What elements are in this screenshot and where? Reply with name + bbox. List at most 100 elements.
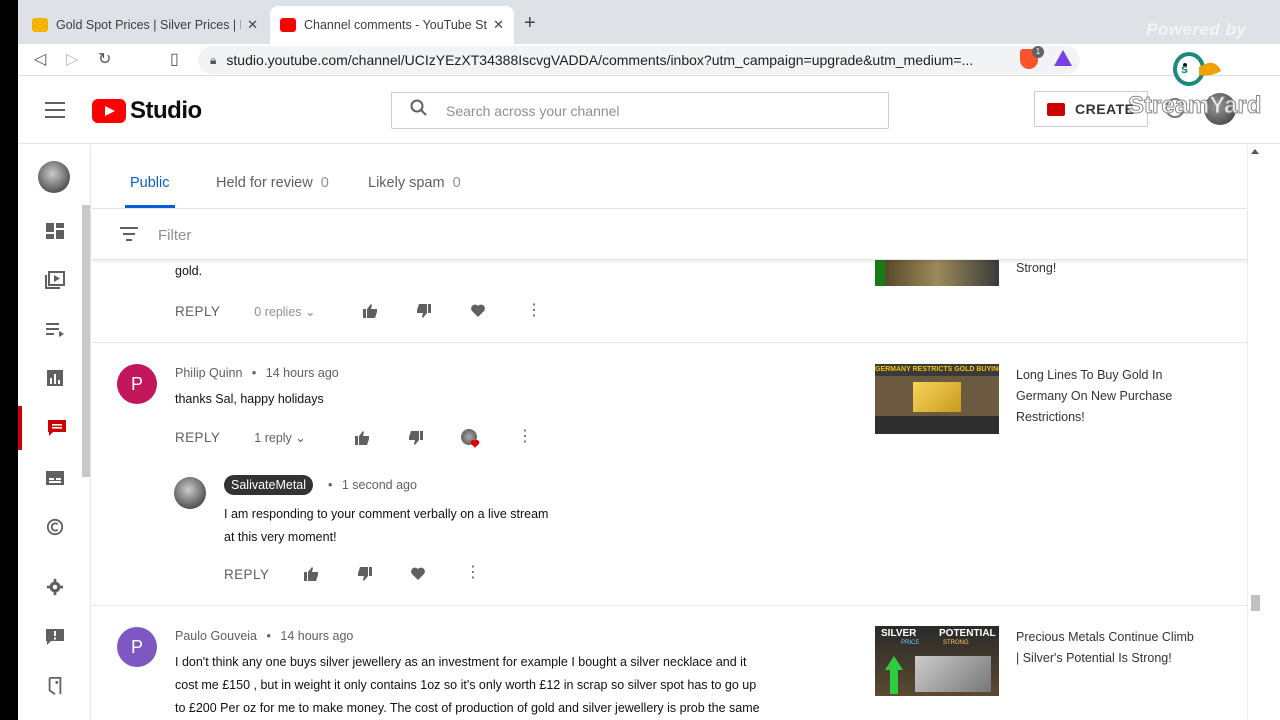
sidebar (18, 145, 91, 720)
brave-rewards-icon[interactable] (1054, 50, 1072, 66)
sidebar-item-settings[interactable] (18, 565, 91, 609)
sidebar-item-analytics[interactable] (18, 356, 91, 400)
replies-toggle[interactable]: 1 reply ⌄ (254, 430, 306, 445)
url-field[interactable]: 🔒︎ studio.youtube.com/channel/UCIzYEzXT3… (198, 46, 1080, 74)
sidebar-item-dashboard[interactable] (18, 209, 91, 253)
comment-text-line: I am responding to your comment verbally… (224, 507, 549, 521)
sidebar-item-subtitles[interactable] (18, 456, 91, 500)
dashboard-icon (45, 223, 64, 239)
separator-dot: • (251, 366, 257, 380)
scroll-up-arrow-icon[interactable] (1251, 149, 1259, 154)
sidebar-item-feedback[interactable] (18, 615, 91, 659)
comment-list: gold. REPLY 0 replies ⌄ ⋮ Strong! P Phil… (92, 260, 1247, 720)
comment-time[interactable]: 14 hours ago (280, 629, 353, 643)
tab-held-for-review[interactable]: Held for review 0 (216, 175, 329, 191)
tab-count: 0 (320, 175, 329, 191)
video-thumbnail[interactable] (875, 260, 999, 286)
comment-tabs: Public Held for review 0 Likely spam 0 (92, 145, 1247, 209)
sidebar-item-content[interactable] (18, 258, 91, 302)
comment-divider (92, 342, 1247, 343)
thumbs-up-icon[interactable] (303, 566, 319, 582)
video-thumbnail[interactable]: GERMANY RESTRICTS GOLD BUYING (875, 364, 999, 434)
back-icon[interactable]: ◁ (34, 49, 46, 69)
channel-avatar[interactable] (38, 161, 70, 193)
logo-text: Studio (130, 97, 202, 124)
avatar-letter: P (130, 637, 143, 657)
main-scrollbar[interactable] (1247, 145, 1262, 720)
filter-label[interactable]: Filter (158, 227, 191, 244)
heart-icon[interactable] (470, 303, 486, 319)
search-icon (410, 99, 428, 122)
browser-tab-gold-prices[interactable]: Gold Spot Prices | Silver Prices | Pla ✕ (22, 6, 268, 44)
hamburger-menu-icon[interactable] (45, 102, 65, 118)
reply-button[interactable]: REPLY (224, 567, 269, 582)
tab-public[interactable]: Public (130, 175, 170, 191)
video-title[interactable]: Precious Metals Continue Climb | Silver'… (1016, 627, 1196, 669)
search-input[interactable] (446, 102, 846, 119)
heart-icon[interactable] (410, 566, 426, 582)
thumbs-up-icon[interactable] (354, 430, 370, 446)
thumbs-down-icon[interactable] (408, 430, 424, 446)
playlist-icon (45, 323, 64, 337)
replies-toggle[interactable]: 0 replies ⌄ (254, 304, 315, 319)
sidebar-item-playlists[interactable] (18, 307, 91, 351)
chevron-down-icon: ⌄ (295, 430, 306, 445)
author-name-badge[interactable]: SalivateMetal (224, 475, 314, 495)
comment-time[interactable]: 14 hours ago (266, 366, 339, 380)
comment-actions: REPLY 0 replies ⌄ (175, 301, 316, 321)
thumbs-up-icon[interactable] (362, 303, 378, 319)
tab-bar: Gold Spot Prices | Silver Prices | Pla ✕… (18, 0, 1280, 44)
tab-likely-spam[interactable]: Likely spam 0 (368, 175, 461, 191)
comment-time[interactable]: 1 second ago (342, 478, 417, 492)
subtitles-icon (45, 471, 64, 485)
thumbnail-caption: GERMANY RESTRICTS GOLD BUYING (875, 364, 999, 376)
replies-count: 0 replies (254, 304, 302, 319)
more-options-icon[interactable]: ⋮ (517, 426, 533, 446)
search-box[interactable] (391, 92, 889, 129)
avatar[interactable] (174, 477, 206, 509)
more-options-icon[interactable]: ⋮ (526, 300, 542, 320)
close-tab-icon[interactable]: ✕ (493, 17, 504, 33)
thumbnail-caption: STRONG (943, 640, 969, 646)
thumbs-down-icon[interactable] (416, 303, 432, 319)
sidebar-item-comments[interactable] (18, 406, 91, 450)
studio-logo[interactable]: Studio (92, 97, 202, 125)
creator-heart-icon (470, 439, 480, 448)
video-thumbnail[interactable]: SILVER POTENTIAL PRICE STRONG (875, 626, 999, 696)
chevron-down-icon: ⌄ (305, 304, 316, 319)
comment-divider (92, 605, 1247, 606)
youtube-favicon-icon (280, 18, 296, 32)
separator-dot: • (266, 629, 271, 643)
forward-icon[interactable]: ▷ (66, 49, 78, 69)
reply-button[interactable]: REPLY (175, 304, 220, 319)
studio-header: Studio CREATE (18, 76, 1280, 144)
thumbs-down-icon[interactable] (357, 566, 373, 582)
sidebar-item-copyright[interactable] (18, 505, 91, 549)
sidebar-item-creator-studio-classic[interactable] (18, 664, 91, 708)
comments-panel: Public Held for review 0 Likely spam 0 Fil… (92, 145, 1247, 720)
bookmark-icon[interactable]: ▯ (170, 49, 179, 69)
browser-tab-studio-comments[interactable]: Channel comments - YouTube Stu ✕ (270, 6, 514, 44)
reply-button[interactable]: REPLY (175, 430, 220, 445)
author-name[interactable]: Paulo Gouveia (175, 629, 257, 643)
filter-bar[interactable]: Filter (92, 209, 1247, 260)
reload-icon[interactable]: ↻ (98, 49, 111, 69)
avatar[interactable]: P (117, 627, 157, 667)
powered-by-overlay: Powered by (1146, 20, 1247, 39)
more-options-icon[interactable]: ⋮ (465, 562, 481, 582)
filter-icon[interactable] (120, 227, 138, 241)
reply-actions: REPLY (224, 564, 269, 584)
avatar[interactable]: P (117, 364, 157, 404)
thumbnail-caption: POTENTIAL (939, 628, 996, 639)
close-tab-icon[interactable]: ✕ (247, 17, 258, 33)
tab-title: Gold Spot Prices | Silver Prices | Pla (56, 18, 242, 32)
tab-label: Public (130, 175, 170, 191)
video-title[interactable]: Long Lines To Buy Gold In Germany On New… (1016, 365, 1196, 428)
video-title[interactable]: Strong! (1016, 260, 1196, 279)
author-name[interactable]: Philip Quinn (175, 366, 242, 380)
scroll-thumb[interactable] (1251, 595, 1260, 611)
exit-icon (48, 677, 61, 695)
new-tab-icon[interactable]: + (524, 12, 536, 35)
video-camera-icon (1047, 102, 1065, 116)
replies-count: 1 reply (254, 430, 292, 445)
